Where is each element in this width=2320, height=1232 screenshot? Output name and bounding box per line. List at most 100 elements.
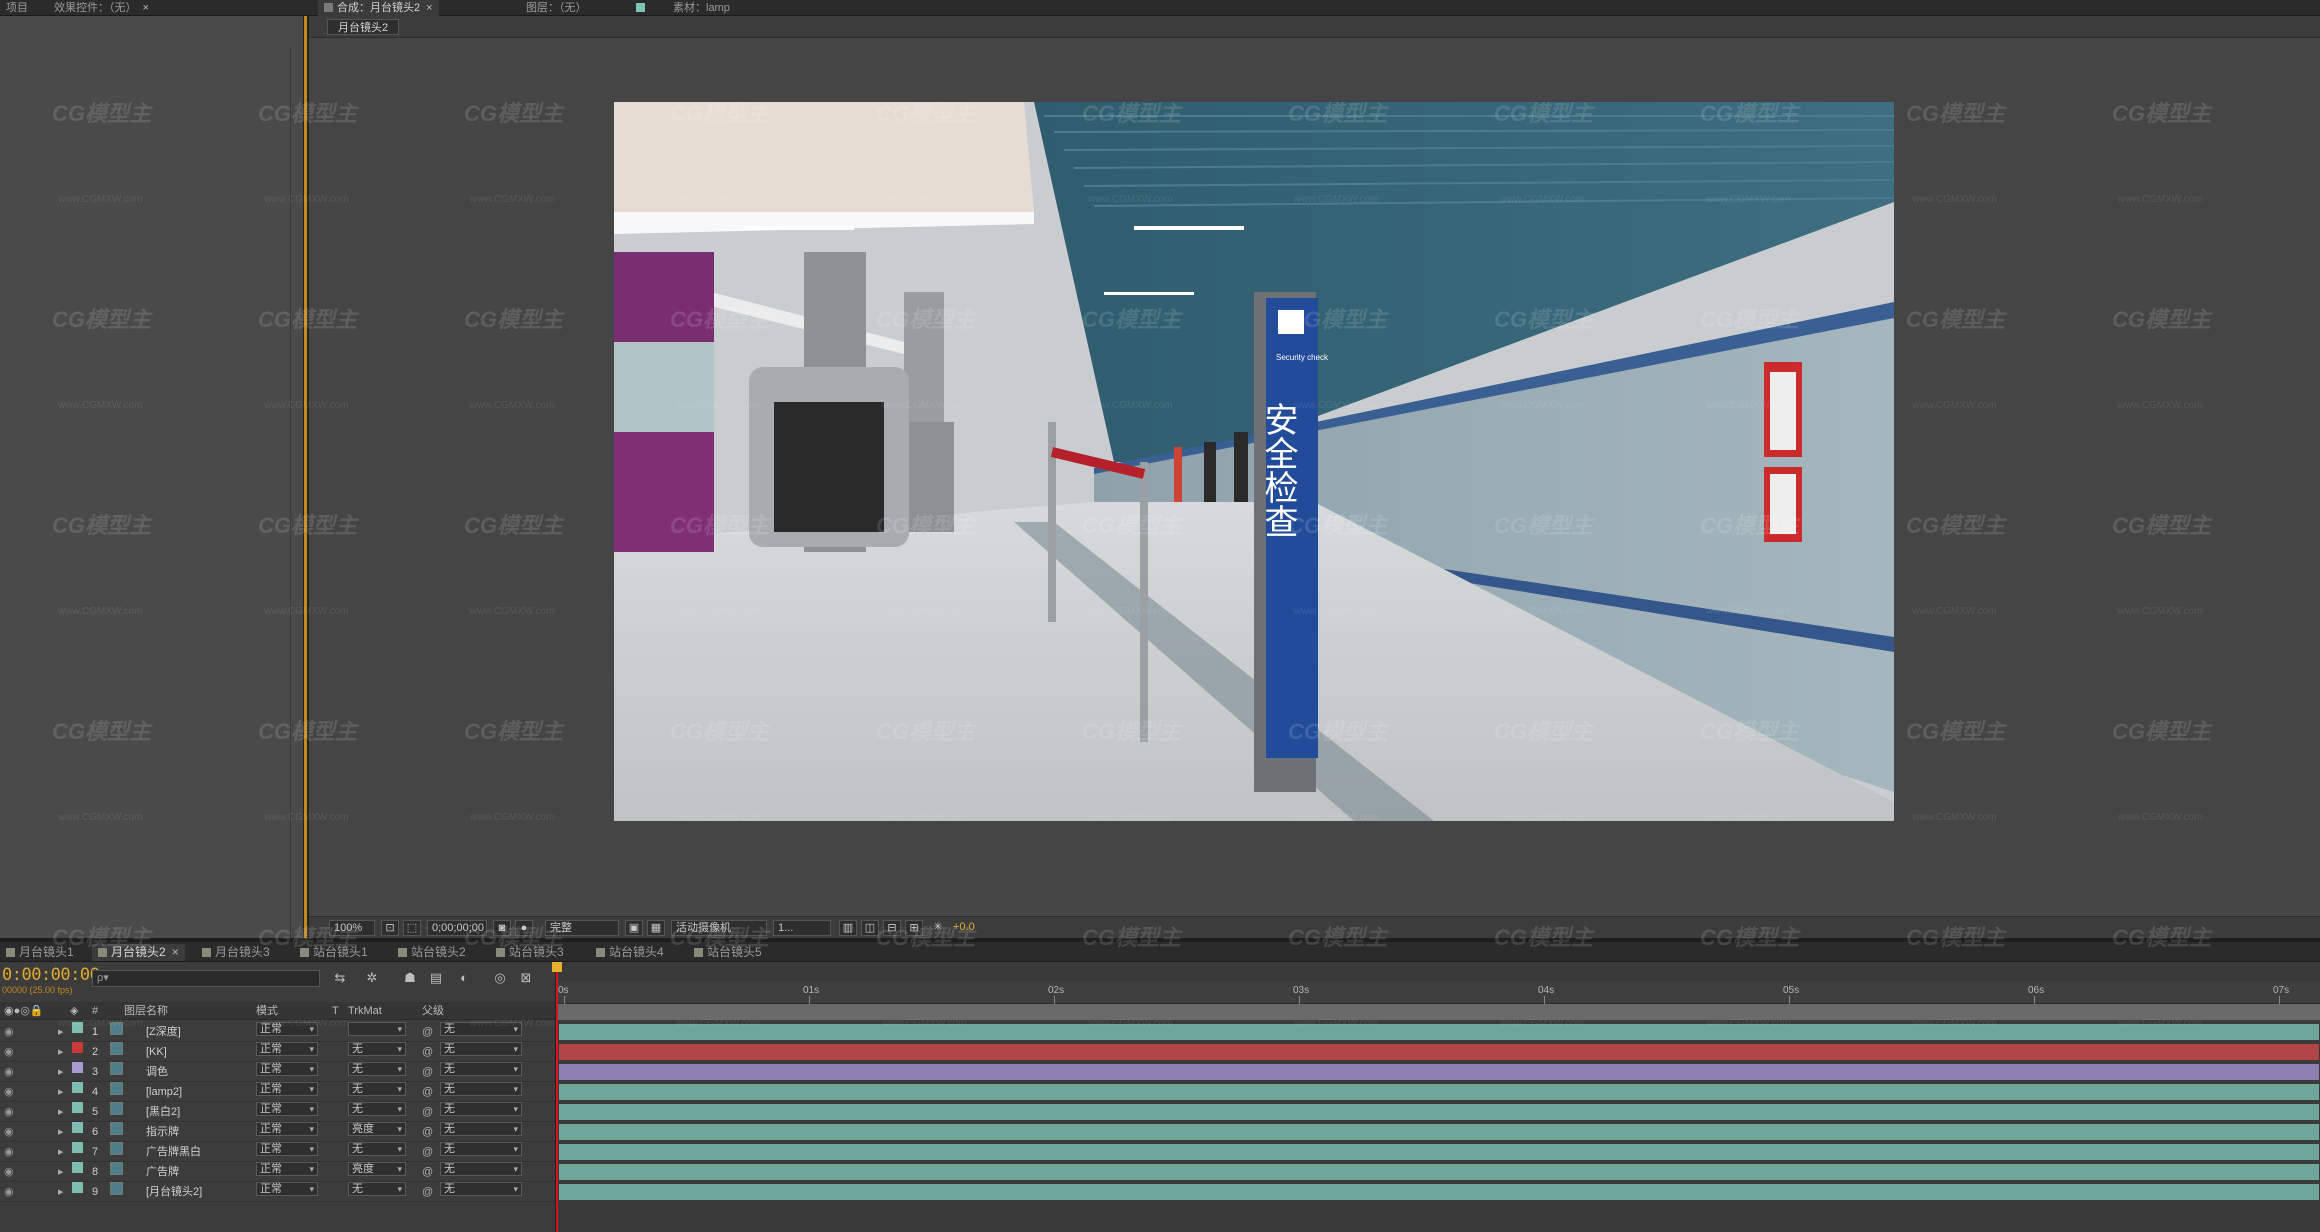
- expand-arrow-icon[interactable]: ▸: [58, 1142, 64, 1162]
- layer-duration-bar[interactable]: [559, 1124, 2319, 1140]
- blend-mode-select[interactable]: 正常: [256, 1042, 318, 1056]
- fit-icon[interactable]: ⊡: [381, 920, 399, 936]
- trkmat-select[interactable]: 亮度: [348, 1122, 406, 1136]
- parent-select[interactable]: 无: [440, 1162, 522, 1176]
- layer-search-input[interactable]: ρ▾: [92, 970, 320, 987]
- trkmat-select[interactable]: 无: [348, 1142, 406, 1156]
- tab-footage[interactable]: 素材：lamp: [630, 0, 736, 16]
- playhead-handle[interactable]: [552, 962, 562, 972]
- layer-name[interactable]: 调色: [146, 1062, 168, 1082]
- blend-mode-select[interactable]: 正常: [256, 1022, 318, 1036]
- trkmat-select[interactable]: 亮度: [348, 1162, 406, 1176]
- mini-flowchart-icon[interactable]: ⇆: [330, 970, 350, 986]
- hide-shy-icon[interactable]: ☗: [400, 970, 420, 986]
- expand-arrow-icon[interactable]: ▸: [58, 1102, 64, 1122]
- region-icon[interactable]: ⬚: [403, 920, 421, 936]
- pickwhip-icon[interactable]: @: [422, 1142, 433, 1162]
- blend-mode-select[interactable]: 正常: [256, 1082, 318, 1096]
- pickwhip-icon[interactable]: @: [422, 1082, 433, 1102]
- time-ruler[interactable]: 0s 01s 02s 03s 04s 05s 06s 07s: [556, 982, 2320, 1004]
- visibility-eye-icon[interactable]: ◉: [4, 1162, 14, 1182]
- color-channel-icon[interactable]: ●: [515, 920, 533, 936]
- visibility-eye-icon[interactable]: ◉: [4, 1042, 14, 1062]
- blend-mode-select[interactable]: 正常: [256, 1162, 318, 1176]
- timeline-tab-7[interactable]: 站台镜头4: [590, 944, 670, 961]
- layer-name[interactable]: [月台镜头2]: [146, 1182, 202, 1202]
- parent-select[interactable]: 无: [440, 1022, 522, 1036]
- timeline-icon[interactable]: ⊟: [883, 920, 901, 936]
- parent-select[interactable]: 无: [440, 1042, 522, 1056]
- timeline-tab-4[interactable]: 站台镜头1: [294, 944, 374, 961]
- label-color-swatch[interactable]: [72, 1102, 83, 1113]
- blend-mode-select[interactable]: 正常: [256, 1122, 318, 1136]
- label-color-swatch[interactable]: [72, 1122, 83, 1133]
- trkmat-select[interactable]: 无: [348, 1062, 406, 1076]
- parent-select[interactable]: 无: [440, 1182, 522, 1196]
- close-icon[interactable]: ×: [143, 2, 149, 14]
- blend-mode-select[interactable]: 正常: [256, 1182, 318, 1196]
- parent-select[interactable]: 无: [440, 1102, 522, 1116]
- close-icon[interactable]: ×: [172, 945, 179, 959]
- layer-duration-bar[interactable]: [559, 1044, 2319, 1060]
- blend-mode-select[interactable]: 正常: [256, 1102, 318, 1116]
- graph-editor-icon[interactable]: ◎: [490, 970, 510, 986]
- expand-arrow-icon[interactable]: ▸: [58, 1162, 64, 1182]
- pickwhip-icon[interactable]: @: [422, 1182, 433, 1202]
- expand-arrow-icon[interactable]: ▸: [58, 1042, 64, 1062]
- layer-row[interactable]: ◉ ▸ 4 [lamp2] 正常 无 @ 无: [0, 1082, 555, 1102]
- av-switches-icon[interactable]: ◉●◎🔒: [4, 1002, 44, 1020]
- layer-duration-bar[interactable]: [559, 1184, 2319, 1200]
- timeline-tab-6[interactable]: 站台镜头3: [490, 944, 570, 961]
- zoom-select[interactable]: 100%: [329, 920, 375, 936]
- layer-name[interactable]: 指示牌: [146, 1122, 179, 1142]
- camera-select[interactable]: 活动摄像机: [671, 920, 767, 936]
- layer-name[interactable]: [KK]: [146, 1042, 167, 1062]
- layer-row[interactable]: ◉ ▸ 5 [黑白2] 正常 无 @ 无: [0, 1102, 555, 1122]
- layer-duration-bar[interactable]: [559, 1064, 2319, 1080]
- layer-name[interactable]: 广告牌: [146, 1162, 179, 1182]
- expand-arrow-icon[interactable]: ▸: [58, 1082, 64, 1102]
- layer-name[interactable]: [Z深度]: [146, 1022, 181, 1042]
- expand-arrow-icon[interactable]: ▸: [58, 1122, 64, 1142]
- layer-duration-bar[interactable]: [559, 1164, 2319, 1180]
- layer-row[interactable]: ◉ ▸ 7 广告牌黑白 正常 无 @ 无: [0, 1142, 555, 1162]
- tab-project[interactable]: 项目: [0, 0, 34, 16]
- visibility-eye-icon[interactable]: ◉: [4, 1102, 14, 1122]
- parent-select[interactable]: 无: [440, 1082, 522, 1096]
- trkmat-select[interactable]: 无: [348, 1082, 406, 1096]
- visibility-eye-icon[interactable]: ◉: [4, 1022, 14, 1042]
- layer-row[interactable]: ◉ ▸ 9 [月台镜头2] 正常 无 @ 无: [0, 1182, 555, 1202]
- layer-row[interactable]: ◉ ▸ 8 广告牌 正常 亮度 @ 无: [0, 1162, 555, 1182]
- current-time-display[interactable]: 0;00;00;00: [427, 920, 487, 936]
- layer-duration-bar[interactable]: [559, 1084, 2319, 1100]
- layer-name[interactable]: [黑白2]: [146, 1102, 180, 1122]
- label-color-swatch[interactable]: [72, 1162, 83, 1173]
- layer-row[interactable]: ◉ ▸ 3 调色 正常 无 @ 无: [0, 1062, 555, 1082]
- trkmat-select[interactable]: 无: [348, 1042, 406, 1056]
- pickwhip-icon[interactable]: @: [422, 1162, 433, 1182]
- layer-name[interactable]: 广告牌黑白: [146, 1142, 201, 1162]
- timeline-tab-1[interactable]: 月台镜头1: [0, 944, 80, 961]
- draft-3d-icon[interactable]: ✲: [362, 970, 382, 986]
- exposure-value[interactable]: +0.0: [949, 920, 979, 936]
- exposure-icon[interactable]: ✳: [929, 920, 947, 936]
- pickwhip-icon[interactable]: @: [422, 1062, 433, 1082]
- layer-row[interactable]: ◉ ▸ 2 [KK] 正常 无 @ 无: [0, 1042, 555, 1062]
- visibility-eye-icon[interactable]: ◉: [4, 1182, 14, 1202]
- frame-blend-icon[interactable]: ▤: [426, 970, 446, 986]
- timeline-tab-8[interactable]: 站台镜头5: [688, 944, 768, 961]
- brainstorm-icon[interactable]: ⊠: [516, 970, 536, 986]
- expand-arrow-icon[interactable]: ▸: [58, 1182, 64, 1202]
- tab-composition[interactable]: 合成：月台镜头2 ×: [318, 0, 439, 16]
- pickwhip-icon[interactable]: @: [422, 1042, 433, 1062]
- visibility-eye-icon[interactable]: ◉: [4, 1082, 14, 1102]
- label-color-swatch[interactable]: [72, 1142, 83, 1153]
- viewer-comp-tab[interactable]: 月台镜头2: [327, 19, 400, 35]
- layer-duration-bar[interactable]: [559, 1104, 2319, 1120]
- layer-name[interactable]: [lamp2]: [146, 1082, 182, 1102]
- layer-row[interactable]: ◉ ▸ 6 指示牌 正常 亮度 @ 无: [0, 1122, 555, 1142]
- pickwhip-icon[interactable]: @: [422, 1022, 433, 1042]
- trkmat-select[interactable]: 无: [348, 1102, 406, 1116]
- timeline-tab-5[interactable]: 站台镜头2: [392, 944, 472, 961]
- timeline-timecode[interactable]: 0:00:00:00: [2, 965, 100, 985]
